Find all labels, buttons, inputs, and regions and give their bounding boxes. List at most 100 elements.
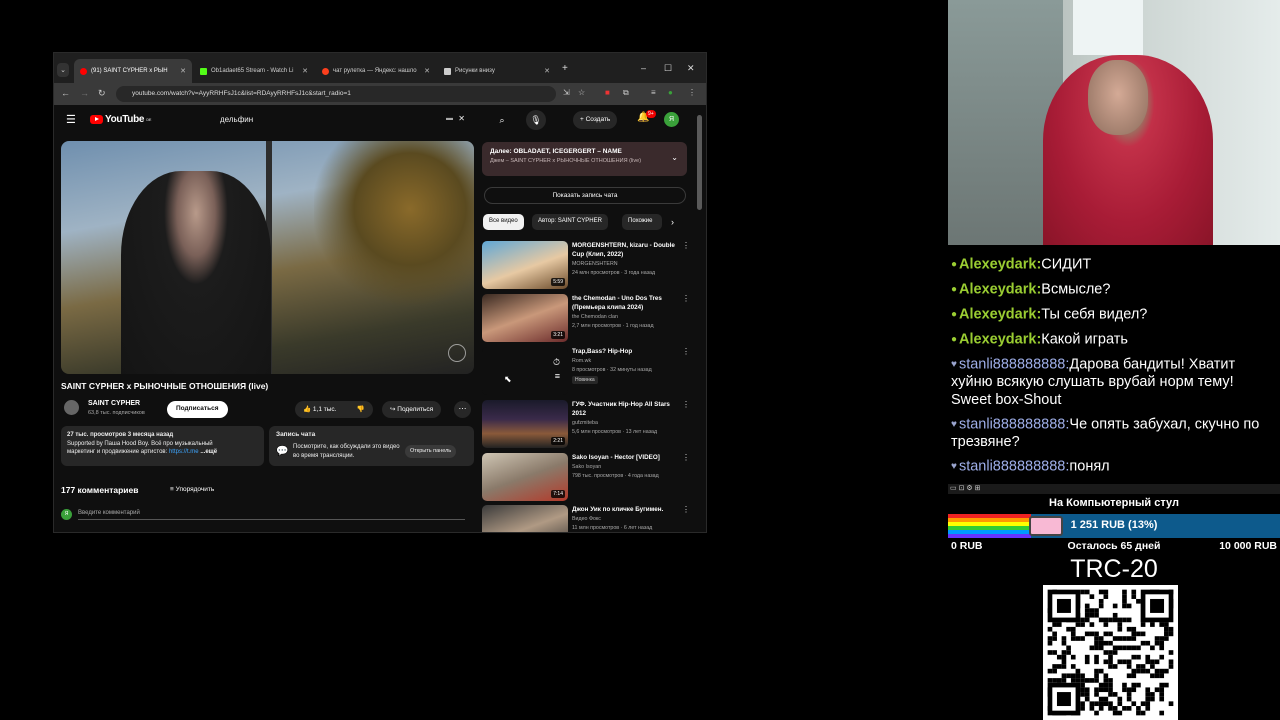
close-icon[interactable]: ✕ xyxy=(180,67,186,75)
account-avatar[interactable]: Я xyxy=(664,112,679,127)
open-panel-button[interactable]: Открыть панель xyxy=(405,445,457,458)
more-options-icon[interactable]: ⋮ xyxy=(682,453,690,462)
reload-icon[interactable]: ↻ xyxy=(98,88,106,99)
youtube-header: ☰ YouTube DE дельфин ▬ ✕ ⌕ 🎙 + Создать 🔔… xyxy=(54,105,706,135)
youtube-logo[interactable]: YouTube DE xyxy=(90,114,151,125)
qr-module xyxy=(1159,673,1165,679)
channel-name[interactable]: SAINT CYPHER xyxy=(88,400,140,407)
install-icon[interactable]: ⇲ xyxy=(563,88,570,97)
show-more-link[interactable]: ...ещё xyxy=(200,449,217,455)
video-thumbnail[interactable]: 2:21 xyxy=(482,400,568,448)
create-button[interactable]: + Создать xyxy=(573,111,618,129)
qr-module xyxy=(1108,631,1113,637)
recommendation-item[interactable]: 2:21 ГУФ. Участник Hip-Hop All Stars 201… xyxy=(482,400,692,450)
tab-yandex[interactable]: чат рулетка — Яндекс: нашло ✕ xyxy=(316,59,436,83)
thumbs-down-icon[interactable]: 👎 xyxy=(357,405,365,413)
new-tab-button[interactable]: + xyxy=(562,63,568,74)
sort-comments-button[interactable]: ≡ Упорядочить xyxy=(170,486,214,493)
forward-arrow-icon[interactable]: → xyxy=(80,88,89,98)
video-player[interactable] xyxy=(61,141,474,374)
qr-module xyxy=(1108,682,1113,688)
recommendation-item[interactable]: 5:59 MORGENSHTERN, kizaru - Double Cup (… xyxy=(482,241,692,291)
extensions-puzzle-icon[interactable]: ⧉ xyxy=(623,88,629,98)
chat-tool-icon[interactable]: ⊞ xyxy=(975,485,981,492)
bookmark-star-icon[interactable]: ☆ xyxy=(578,88,585,97)
voice-search-button[interactable]: 🎙 xyxy=(526,110,546,130)
qr-module xyxy=(1112,636,1118,641)
tab-drawings[interactable]: Рисунки внизу ✕ xyxy=(438,59,556,83)
chevron-right-icon[interactable]: › xyxy=(671,217,674,227)
keyboard-icon[interactable]: ▬ xyxy=(446,115,453,122)
back-arrow-icon[interactable]: ← xyxy=(61,88,70,98)
recommendation-item[interactable]: Джон Уик по кличке Бугимен. Видео Фокс 1… xyxy=(482,505,692,532)
hamburger-menu-icon[interactable]: ☰ xyxy=(66,113,76,126)
url-field[interactable]: youtube.com/watch?v=AyyRRHFsJ1c&list=RDA… xyxy=(116,86,556,102)
qr-module xyxy=(1056,692,1071,707)
qr-module xyxy=(1075,678,1081,683)
chat-tool-icon[interactable]: ▭ xyxy=(950,485,957,492)
close-icon[interactable]: ✕ xyxy=(424,67,430,75)
share-button[interactable]: ↪ Поделиться xyxy=(382,401,442,418)
more-options-icon[interactable]: ⋮ xyxy=(682,400,690,409)
tab-youtube[interactable]: (91) SAINT CYPHER x РЫН ✕ xyxy=(74,59,192,83)
recommendation-item[interactable]: ⏱ ≡ Trap,Bass? Hip-Hop Rom.wk 8 просмотр… xyxy=(482,347,692,397)
like-button[interactable]: 👍 1,1 тыс. 👎 xyxy=(295,401,373,418)
video-thumbnail[interactable]: 3:21 xyxy=(482,294,568,342)
qr-module xyxy=(1154,640,1160,646)
channel-avatar[interactable] xyxy=(64,400,79,415)
browser-menu-icon[interactable]: ⋮ xyxy=(688,88,696,97)
chevron-down-icon[interactable]: ⌄ xyxy=(671,153,678,162)
chip-all-videos[interactable]: Все видео xyxy=(483,214,524,230)
qr-module xyxy=(1094,673,1099,679)
tab-kick[interactable]: Ob1adaet65 Stream - Watch Li ✕ xyxy=(194,59,314,83)
more-options-icon[interactable]: ⋮ xyxy=(682,294,690,303)
qr-module xyxy=(1108,650,1113,655)
search-input[interactable]: дельфин ▬ ✕ xyxy=(214,110,489,129)
recommendation-item[interactable]: 7:14 Sako Isoyan - Hector [VIDEO] Sako I… xyxy=(482,453,692,503)
settings-gear-icon[interactable]: ⚙ xyxy=(966,485,972,492)
clear-search-icon[interactable]: ✕ xyxy=(458,114,465,123)
description-box[interactable]: 27 тыс. просмотров 3 месяца назад Suppor… xyxy=(61,426,264,466)
up-next-playlist[interactable]: Далее: OBLADAET, ICEGERGERT – NAME Джем … xyxy=(482,142,687,176)
profile-icon[interactable]: ● xyxy=(668,88,673,97)
up-next-title: Далее: OBLADAET, ICEGERGERT – NAME xyxy=(490,148,622,155)
close-icon[interactable]: ✕ xyxy=(302,67,308,75)
qr-module xyxy=(1112,603,1118,609)
description-link[interactable]: https://t.me xyxy=(169,449,199,455)
show-chat-replay-button[interactable]: Показать запись чата xyxy=(484,187,686,204)
qr-module xyxy=(1126,706,1132,711)
qr-module xyxy=(1061,650,1067,655)
close-icon[interactable]: ✕ xyxy=(544,67,550,75)
comment-input[interactable]: Введите комментарий xyxy=(78,510,465,520)
qr-module xyxy=(1084,696,1090,702)
video-thumbnail[interactable]: 5:59 xyxy=(482,241,568,289)
qr-module xyxy=(1061,673,1067,679)
qr-module xyxy=(1131,589,1137,595)
tab-search-icon[interactable]: ≡ xyxy=(651,88,656,97)
video-thumbnail[interactable]: ⏱ ≡ xyxy=(482,347,568,395)
watch-later-icon[interactable]: ⏱ xyxy=(553,357,560,368)
more-options-icon[interactable]: ⋮ xyxy=(682,241,690,250)
qr-module xyxy=(1108,687,1113,693)
more-options-icon[interactable]: ⋮ xyxy=(682,347,690,356)
minimize-icon[interactable]: – xyxy=(641,63,646,73)
extension-red-icon[interactable]: ■ xyxy=(605,88,610,97)
recommendation-item[interactable]: 3:21 the Chemodan - Uno Dos Tres (Премье… xyxy=(482,294,692,344)
chat-tool-icon[interactable]: ⊡ xyxy=(959,485,965,492)
more-options-icon[interactable]: ⋮ xyxy=(682,505,690,514)
video-thumbnail[interactable]: 7:14 xyxy=(482,453,568,501)
search-button[interactable]: ⌕ xyxy=(492,110,512,130)
page-scrollbar[interactable] xyxy=(697,115,702,210)
maximize-icon[interactable]: ☐ xyxy=(664,63,672,74)
qr-module xyxy=(1131,645,1137,651)
qr-module xyxy=(1098,706,1104,711)
chip-related[interactable]: Похожие xyxy=(622,214,662,230)
video-thumbnail[interactable] xyxy=(482,505,568,532)
more-actions-button[interactable]: ⋯ xyxy=(454,401,471,418)
chip-author[interactable]: Автор: SAINT CYPHER xyxy=(532,214,608,230)
qr-module xyxy=(1052,622,1057,627)
window-close-icon[interactable]: ✕ xyxy=(687,63,695,74)
add-to-queue-icon[interactable]: ≡ xyxy=(555,371,560,381)
subscribe-button[interactable]: Подписаться xyxy=(167,401,228,418)
tab-search-icon[interactable]: ⌄ xyxy=(57,63,69,77)
